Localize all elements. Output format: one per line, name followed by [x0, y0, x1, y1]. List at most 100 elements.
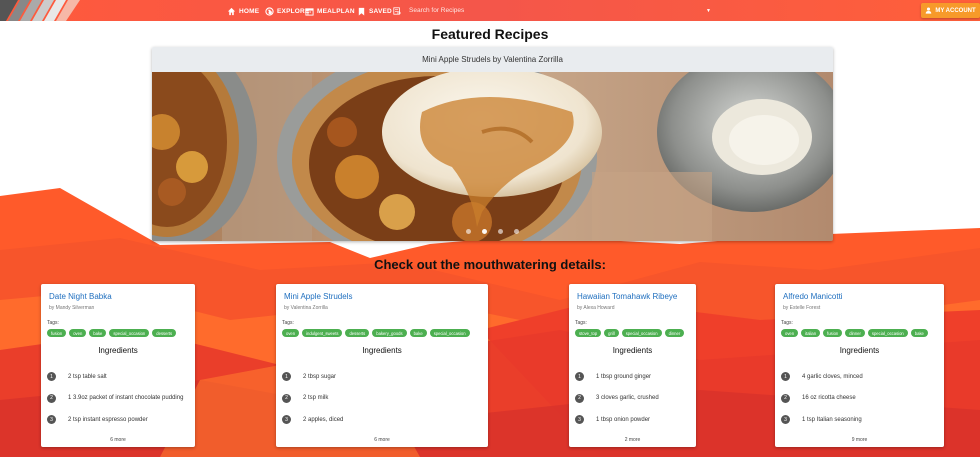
step-number-icon: 3 [47, 415, 56, 425]
nav-home[interactable]: HOME [227, 5, 259, 17]
nav-home-label: HOME [239, 7, 260, 15]
carousel-indicators [152, 229, 833, 234]
recipe-card: Alfredo Manicotti by Estelle Forest Tags… [775, 284, 944, 447]
ingredient-item: 1 4 garlic cloves, minced [781, 366, 938, 388]
ingredients-heading: Ingredients [839, 346, 880, 355]
step-number-icon: 3 [575, 415, 584, 425]
globe-icon [265, 6, 274, 16]
tag-list: stove_top grill special_occasion dinner [575, 329, 690, 337]
tag-chip[interactable]: dinner [664, 329, 685, 337]
search-bar: ▼ [393, 3, 711, 18]
nav-saved[interactable]: SAVED [357, 5, 392, 17]
tag-chip[interactable]: oven [282, 329, 300, 337]
recipe-card: Hawaiian Tomahawk Ribeye by Alexa Howard… [569, 284, 696, 447]
tags-label: Tags: [282, 320, 294, 326]
tag-list: fusion oven bake special_occasion desser… [47, 329, 189, 337]
ingredient-text: 2 tsp milk [303, 395, 329, 402]
ingredient-item: 2 3 cloves garlic, crushed [575, 388, 690, 410]
nav-mealplan[interactable]: MEALPLAN [305, 5, 355, 17]
my-account-label: MY ACCOUNT [935, 7, 976, 14]
tag-chip[interactable]: special_occasion [867, 329, 908, 337]
ingredient-text: 2 apples, diced [303, 416, 344, 423]
tag-chip[interactable]: bakery_goods [372, 329, 407, 337]
ingredients-heading: Ingredients [362, 346, 402, 355]
search-input[interactable] [409, 4, 703, 17]
more-ingredients-link[interactable]: 6 more [47, 437, 189, 443]
ingredient-item: 2 16 oz ricotta cheese [781, 388, 938, 410]
logo-stripes [0, 0, 80, 21]
step-number-icon: 2 [47, 393, 56, 403]
user-icon [926, 7, 932, 14]
ingredient-list: 1 4 garlic cloves, minced 2 16 oz ricotta … [781, 366, 938, 431]
step-number-icon: 3 [781, 415, 790, 425]
tag-chip[interactable]: special_occasion [109, 329, 150, 337]
ingredients-heading: Ingredients [612, 346, 653, 355]
tag-chip[interactable]: bake [89, 329, 107, 337]
carousel-dot-4[interactable] [514, 229, 519, 234]
recipe-author: by Alexa Howard [577, 305, 615, 311]
tag-chip[interactable]: fusion [823, 329, 843, 337]
mealplan-icon [305, 7, 314, 16]
step-number-icon: 2 [575, 393, 584, 403]
ingredient-list: 1 2 tbsp sugar 2 2 tsp milk 3 2 apples, dic… [282, 366, 482, 431]
recipe-title-link[interactable]: Mini Apple Strudels [284, 292, 482, 301]
top-navbar: HOME EXPLORE MEALPLAN SAVED ▼ MY ACCOUNT [0, 0, 980, 21]
carousel-slide-image [152, 72, 833, 241]
tag-list: oven indulgent_sweets desserts bakery_go… [282, 329, 482, 337]
ingredient-item: 2 1 3.9oz packet of instant chocolate pud… [47, 388, 189, 410]
recipe-card: Mini Apple Strudels by Valentina Zorrill… [276, 284, 488, 447]
step-number-icon: 3 [282, 415, 291, 425]
more-ingredients-link[interactable]: 6 more [282, 437, 482, 443]
tags-label: Tags: [781, 320, 793, 326]
tag-chip[interactable]: grill [604, 329, 619, 337]
tag-chip[interactable]: stove_top [575, 329, 602, 337]
ingredient-item: 1 2 tsp table salt [47, 366, 189, 388]
tags-label: Tags: [47, 320, 59, 326]
nav-saved-label: SAVED [369, 7, 392, 15]
nav-mealplan-label: MEALPLAN [317, 7, 355, 15]
search-list-icon [393, 6, 401, 15]
tag-chip[interactable]: desserts [345, 329, 370, 337]
ingredient-item: 1 2 tbsp sugar [282, 366, 482, 388]
ingredient-list: 1 2 tsp table salt 2 1 3.9oz packet of ins… [47, 366, 189, 431]
tag-chip[interactable]: indulgent_sweets [302, 329, 343, 337]
tag-chip[interactable]: dinner [845, 329, 865, 337]
ingredient-text: 3 cloves garlic, crushed [596, 395, 659, 402]
ingredient-item: 2 2 tsp milk [282, 388, 482, 410]
ingredient-item: 1 1 tbsp ground ginger [575, 366, 690, 388]
bookmark-icon [358, 7, 365, 16]
my-account-button[interactable]: MY ACCOUNT [921, 3, 980, 18]
home-icon [227, 7, 236, 15]
step-number-icon: 1 [575, 372, 584, 382]
tag-chip[interactable]: italian [801, 329, 821, 337]
step-number-icon: 1 [47, 372, 56, 382]
ingredient-text: 1 3.9oz packet of instant chocolate pudd… [68, 395, 184, 402]
tag-chip[interactable]: bake [409, 329, 427, 337]
tag-chip[interactable]: bake [910, 329, 928, 337]
tag-chip[interactable]: desserts [152, 329, 177, 337]
tag-chip[interactable]: oven [781, 329, 799, 337]
step-number-icon: 1 [282, 372, 291, 382]
ingredient-text: 1 tsp Italian seasoning [802, 416, 862, 423]
tag-chip[interactable]: special_occasion [621, 329, 662, 337]
recipe-title-link[interactable]: Hawaiian Tomahawk Ribeye [577, 292, 690, 301]
recipe-author: by Mandy Silverman [49, 305, 95, 311]
featured-carousel[interactable]: Mini Apple Strudels by Valentina Zorrill… [152, 47, 833, 241]
recipe-title-link[interactable]: Date Night Babka [49, 292, 189, 301]
carousel-dot-2[interactable] [482, 229, 487, 234]
tag-chip[interactable]: special_occasion [429, 329, 470, 337]
more-ingredients-link[interactable]: 2 more [575, 437, 690, 443]
ingredients-heading: Ingredients [98, 346, 138, 355]
carousel-dot-1[interactable] [466, 229, 471, 234]
carousel-dot-3[interactable] [498, 229, 503, 234]
ingredient-text: 2 tsp table salt [68, 373, 107, 380]
chevron-down-icon[interactable]: ▼ [706, 8, 711, 14]
step-number-icon: 2 [282, 393, 291, 403]
more-ingredients-link[interactable]: 9 more [781, 437, 938, 443]
recipe-title-link[interactable]: Alfredo Manicotti [783, 292, 938, 301]
tag-list: oven italian fusion dinner special_occas… [781, 329, 938, 337]
nav-explore[interactable]: EXPLORE [265, 5, 309, 17]
tag-chip[interactable]: fusion [47, 329, 67, 337]
ingredient-list: 1 1 tbsp ground ginger 2 3 cloves garlic, … [575, 366, 690, 431]
tag-chip[interactable]: oven [69, 329, 87, 337]
